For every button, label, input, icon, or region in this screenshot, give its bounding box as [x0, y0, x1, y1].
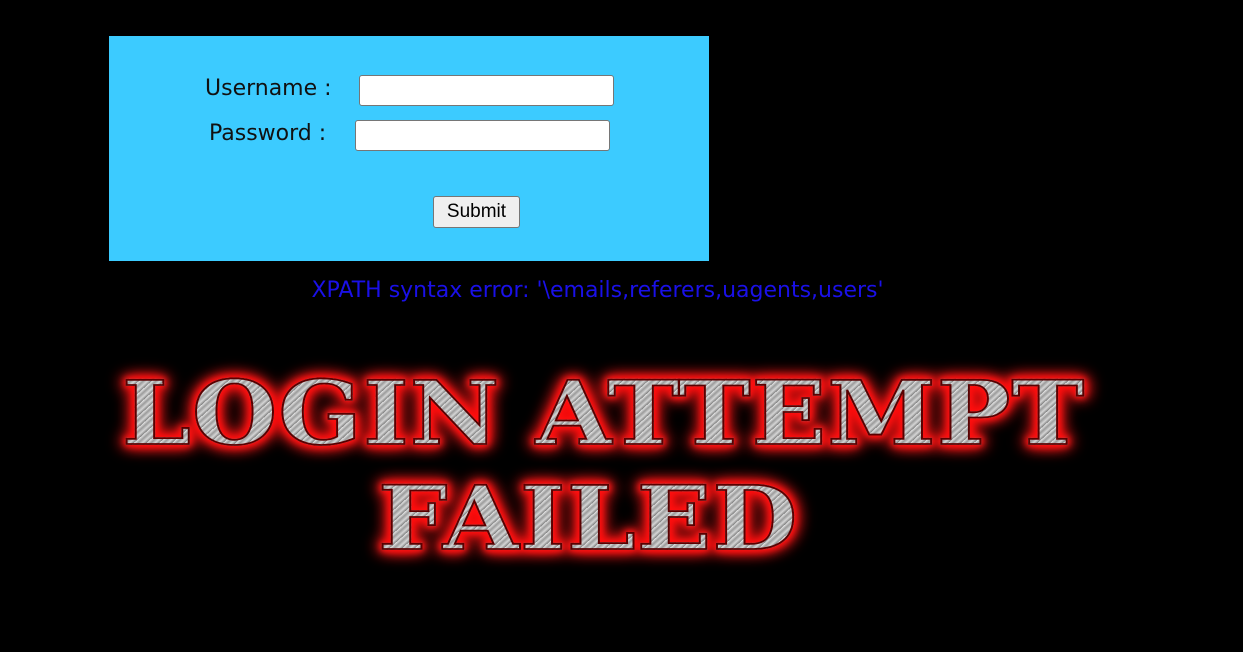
submit-button[interactable]: Submit — [433, 196, 520, 228]
username-label: Username : — [205, 76, 332, 101]
password-input[interactable] — [355, 120, 610, 151]
login-form: Username : Password : Submit — [109, 36, 709, 261]
password-label: Password : — [209, 121, 327, 146]
banner-line-failed: FAILED — [377, 466, 799, 571]
login-failed-banner: LOGIN ATTEMPT FAILED — [110, 361, 1086, 577]
banner-line-login-attempt: LOGIN ATTEMPT — [121, 361, 1086, 466]
xpath-error-message: XPATH syntax error: '\emails,referers,ua… — [311, 278, 884, 303]
page: Username : Password : Submit XPATH synta… — [0, 0, 1243, 652]
username-input[interactable] — [359, 75, 614, 106]
